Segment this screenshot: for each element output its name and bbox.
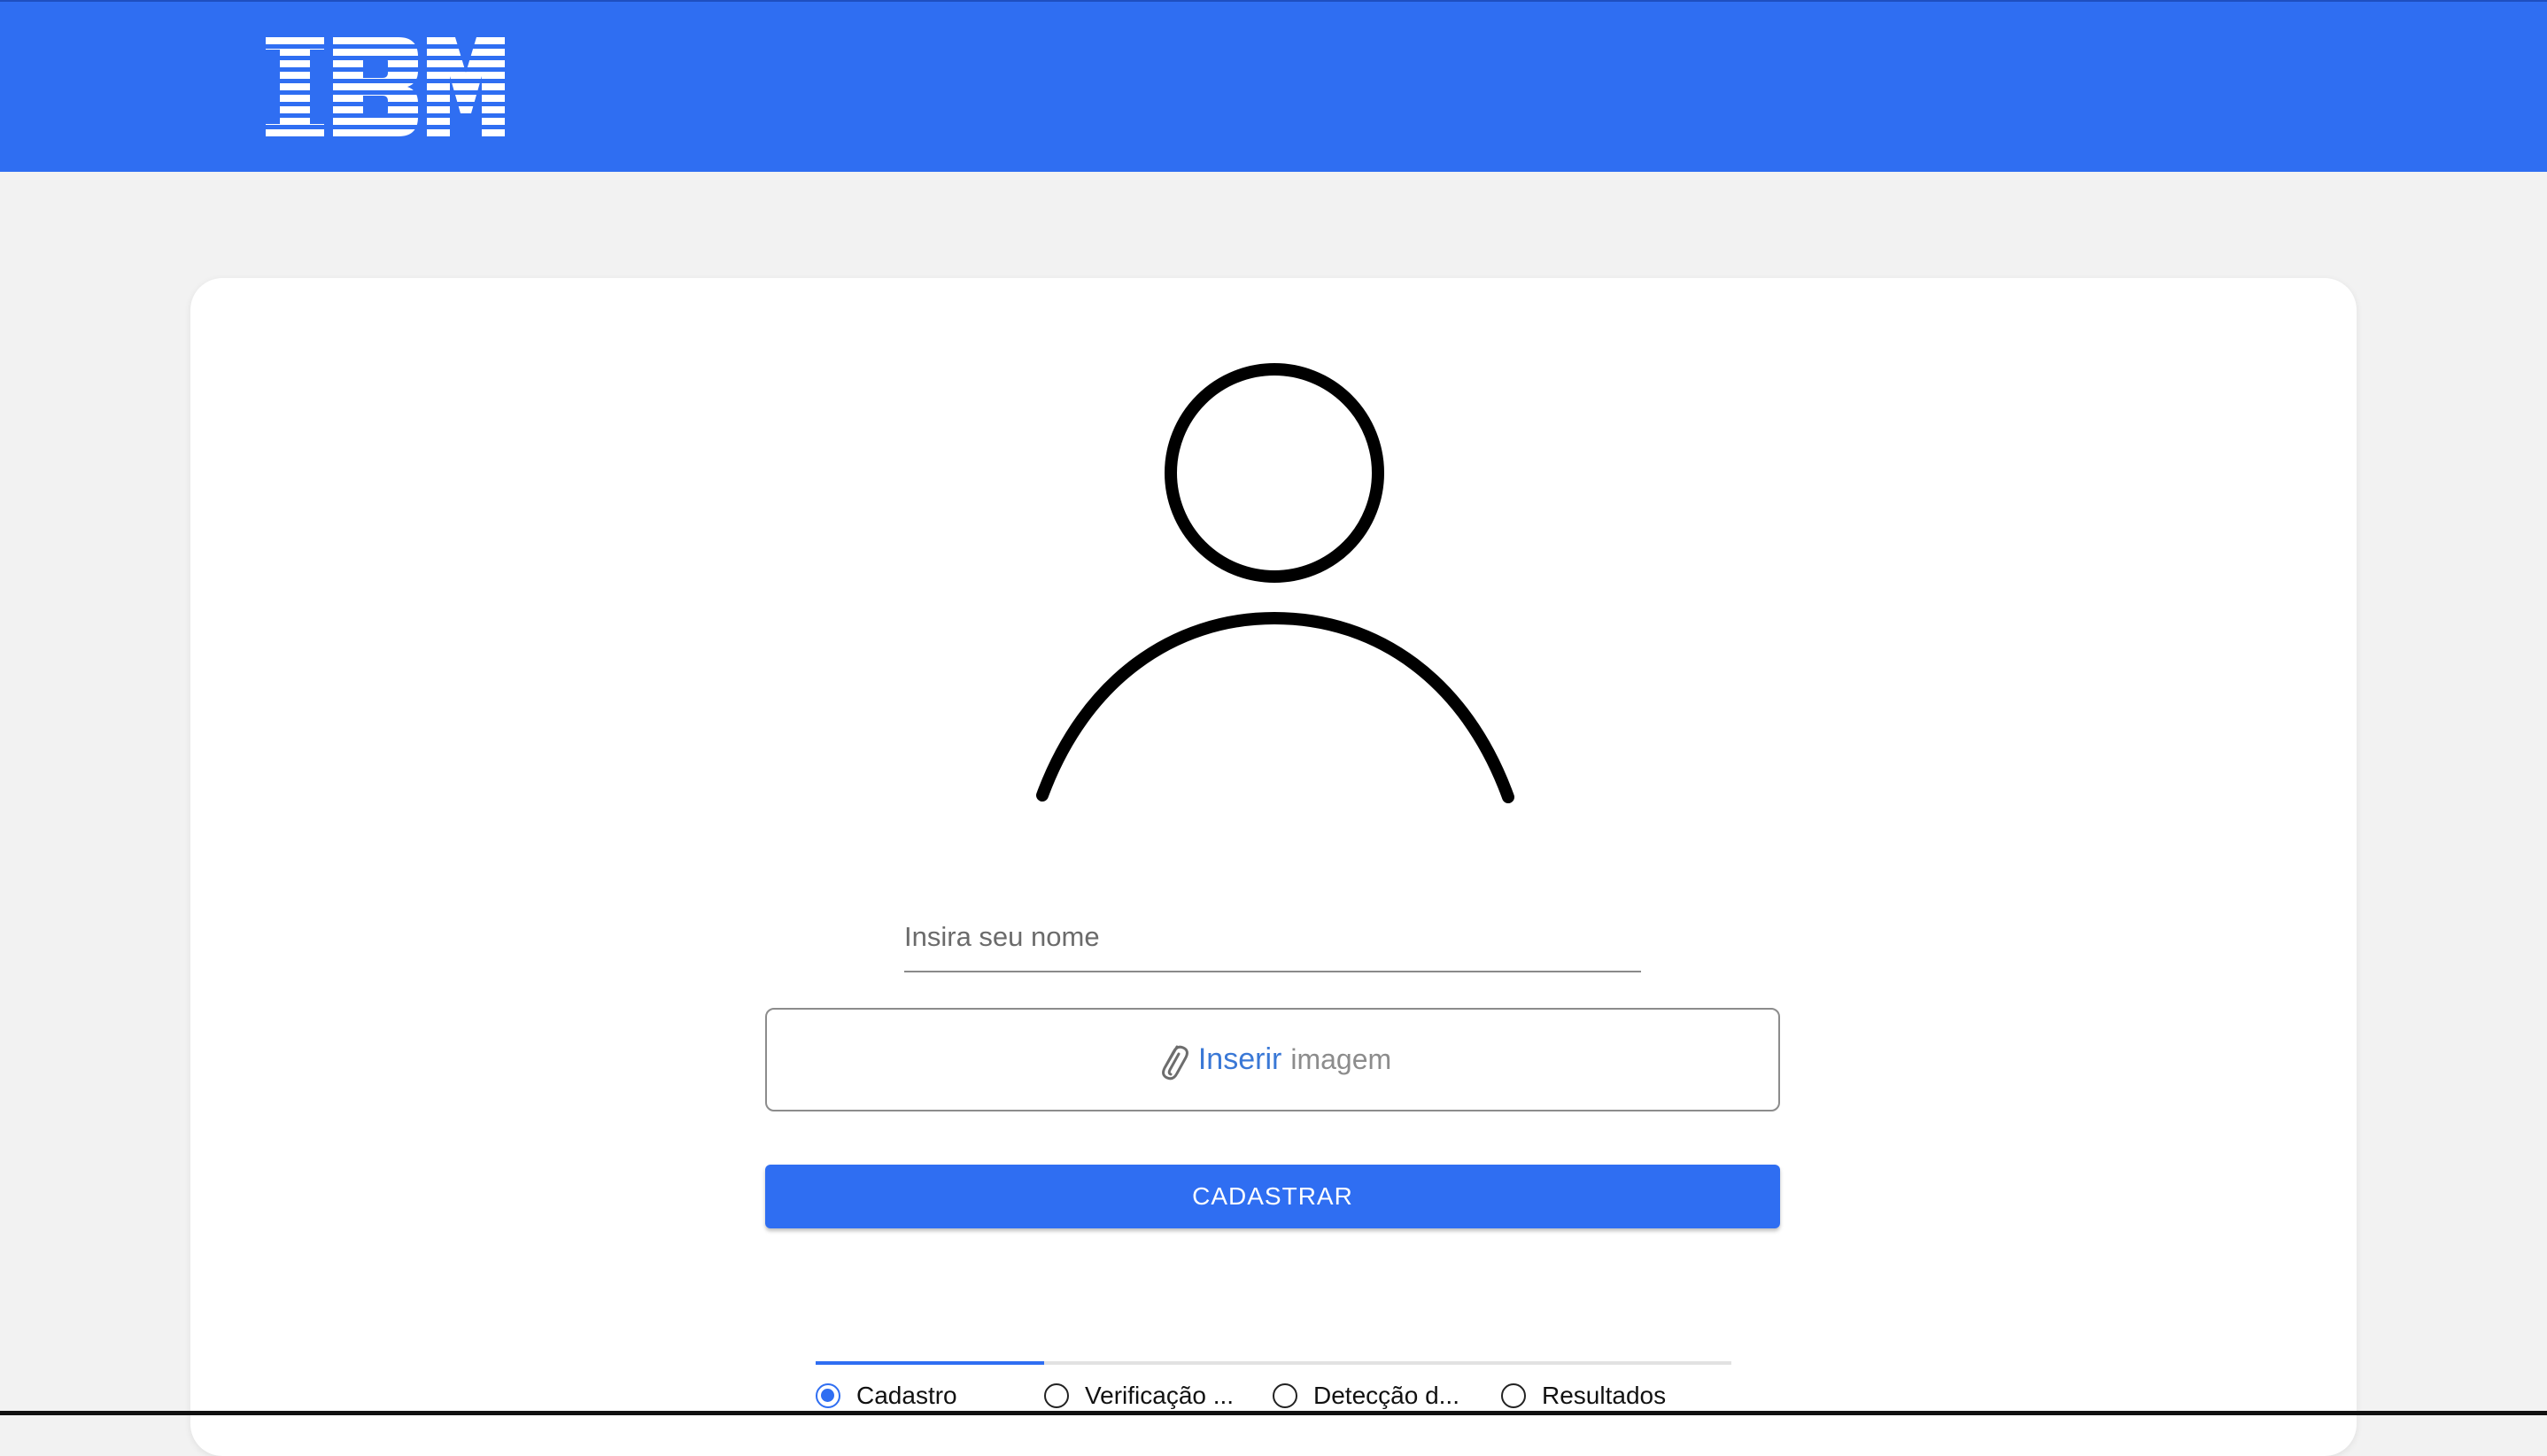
- step-verificacao[interactable]: Verificação ...: [1044, 1378, 1273, 1413]
- step-label: Resultados: [1542, 1382, 1667, 1409]
- register-button[interactable]: CADASTRAR: [765, 1165, 1780, 1228]
- radio-icon[interactable]: [1044, 1383, 1069, 1408]
- name-input[interactable]: [904, 912, 1641, 972]
- step-cadastro[interactable]: Cadastro: [816, 1378, 1044, 1413]
- radio-icon[interactable]: [1501, 1383, 1526, 1408]
- step-label: Cadastro: [856, 1382, 957, 1409]
- step-label: Detecção d...: [1313, 1382, 1459, 1409]
- stepper-track: [816, 1361, 1731, 1365]
- user-icon: [1036, 363, 1514, 803]
- window-bottom-edge: [0, 1411, 2547, 1415]
- step-label: Verificação ...: [1085, 1382, 1235, 1409]
- top-bar: [0, 0, 2547, 172]
- stepper-progress: [816, 1361, 1044, 1365]
- paperclip-icon: [1161, 1045, 1188, 1080]
- step-resultados[interactable]: Resultados: [1501, 1378, 1730, 1413]
- ibm-logo: [266, 37, 505, 136]
- image-upload-button[interactable]: Inserir imagem: [765, 1008, 1780, 1111]
- upload-label-text: imagem: [1290, 1043, 1392, 1075]
- radio-icon[interactable]: [1273, 1383, 1297, 1408]
- step-deteccao[interactable]: Detecção d...: [1273, 1378, 1501, 1413]
- upload-link-text[interactable]: Inserir: [1198, 1042, 1281, 1077]
- radio-selected-icon[interactable]: [816, 1383, 840, 1408]
- stepper: Cadastro Verificação ... Detecção d... R…: [816, 1378, 1731, 1413]
